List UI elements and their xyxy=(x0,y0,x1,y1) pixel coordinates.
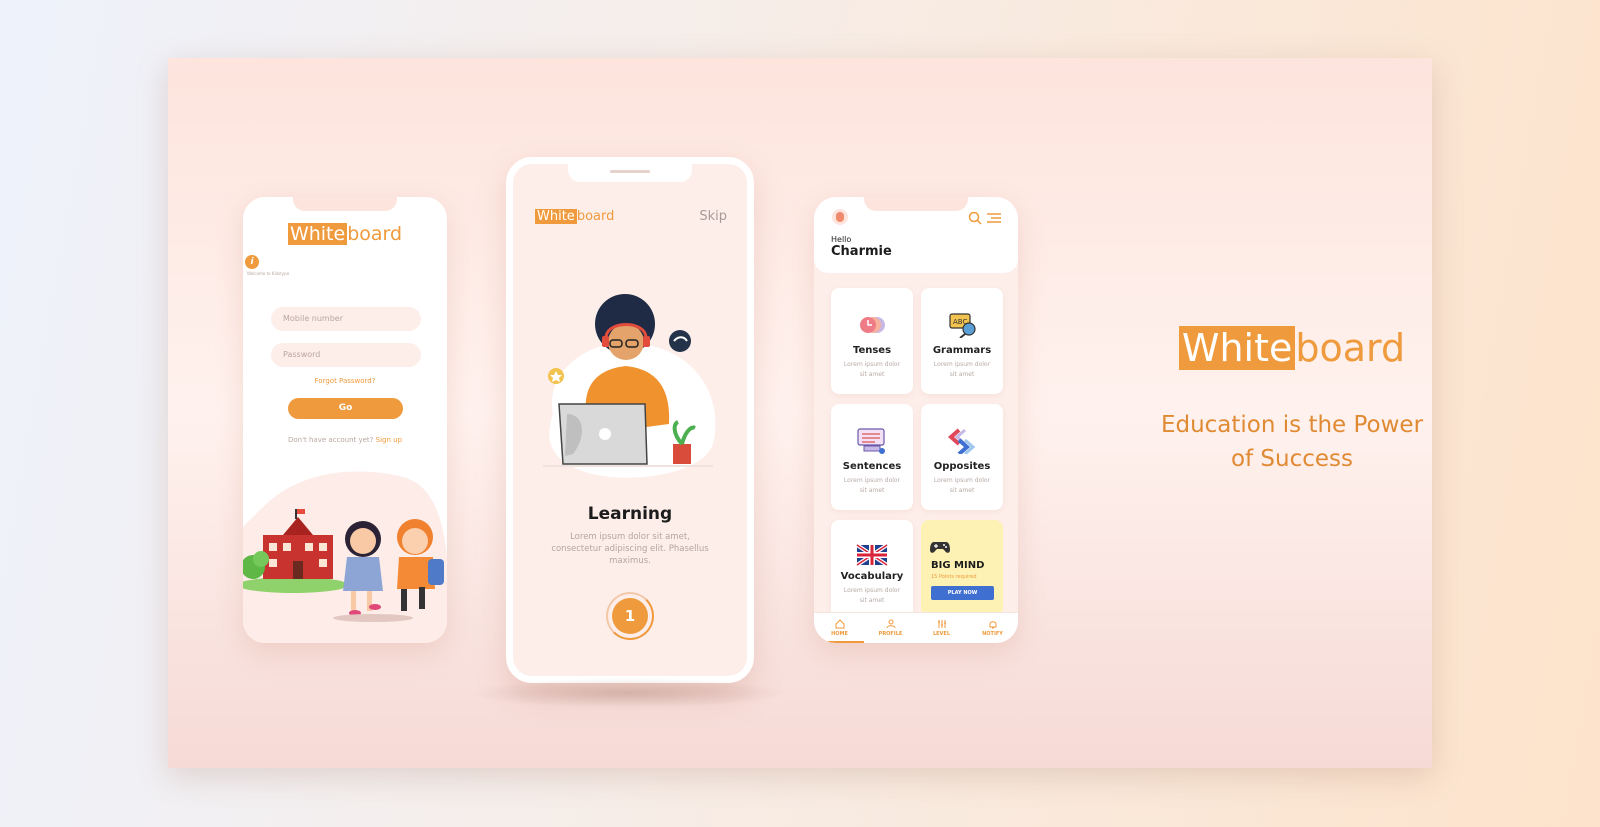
big-mind-title: BIG MIND xyxy=(931,560,985,571)
vocabulary-card[interactable]: Vocabulary Lorem ipsum dolor sit amet xyxy=(831,520,913,626)
skip-button[interactable]: Skip xyxy=(699,209,727,224)
mobile-number-input[interactable]: Mobile number xyxy=(271,307,421,331)
avatar[interactable] xyxy=(832,209,848,225)
nav-notify[interactable]: NOTIFY xyxy=(967,619,1018,637)
bottom-navigation: HOME PROFILE LEVEL NOTIFY xyxy=(814,612,1018,643)
forgot-password-link[interactable]: Forgot Password? xyxy=(243,377,447,385)
hero-tagline: Education is the Power of Success xyxy=(1160,412,1424,472)
gamepad-icon xyxy=(930,542,950,553)
search-icon[interactable] xyxy=(968,211,982,225)
onboarding-screen: White board Skip Learning Lorem ipsum dol… xyxy=(506,157,754,683)
next-step-button[interactable]: 1 xyxy=(612,598,648,634)
onboarding-body: Lorem ipsum dolor sit amet, consectetur … xyxy=(551,532,709,566)
big-mind-sub: 15 Points required xyxy=(931,574,977,580)
tenses-card[interactable]: Tenses Lorem ipsum dolor sit amet xyxy=(831,288,913,394)
nav-profile[interactable]: PROFILE xyxy=(865,619,916,637)
bell-icon xyxy=(989,621,996,629)
signup-link[interactable]: Sign up xyxy=(376,436,402,444)
learning-illustration xyxy=(543,294,716,478)
sentences-card[interactable]: Sentences Lorem ipsum dolor sit amet xyxy=(831,404,913,510)
grammars-icon: ABC xyxy=(949,313,976,338)
onboarding-title: Learning xyxy=(587,504,673,524)
kids-school-illustration xyxy=(243,471,447,643)
grammars-card[interactable]: ABC Grammars Lorem ipsum dolor sit amet xyxy=(921,288,1003,394)
onboarding-logo: White board xyxy=(535,209,615,224)
go-button[interactable]: Go xyxy=(288,398,403,419)
password-input[interactable]: Password xyxy=(271,343,421,367)
opposites-icon xyxy=(947,428,976,454)
tenses-icon xyxy=(860,317,885,333)
nav-home[interactable]: HOME xyxy=(814,619,865,637)
presentation-slide: White board i Welcome to Kidstype Mobile … xyxy=(168,58,1432,768)
home-icon xyxy=(835,619,844,629)
login-screen: White board i Welcome to Kidstype Mobile … xyxy=(243,197,447,643)
uk-flag-icon xyxy=(855,543,889,567)
greeting: Hello xyxy=(831,235,852,244)
play-now-button[interactable]: PLAY NOW xyxy=(931,586,994,600)
info-icon[interactable]: i xyxy=(245,255,259,269)
level-icon xyxy=(937,620,946,628)
nav-level[interactable]: LEVEL xyxy=(916,619,967,637)
home-screen: Hello Charmie Tenses Lorem ipsum dolor s… xyxy=(814,197,1018,643)
login-logo: White board xyxy=(287,223,403,245)
active-nav-indicator xyxy=(828,641,864,643)
big-mind-card[interactable]: BIG MIND 15 Points required PLAY NOW xyxy=(921,520,1003,616)
info-text: Welcome to Kidstype xyxy=(247,271,290,276)
phone-shadow xyxy=(468,678,788,708)
menu-icon[interactable] xyxy=(986,211,1002,225)
user-name: Charmie xyxy=(831,244,892,259)
signup-row: Don't have account yet? Sign up xyxy=(287,436,403,444)
hero-logo: Whiteboard xyxy=(1010,326,1574,370)
sentences-icon xyxy=(857,428,885,454)
profile-icon xyxy=(886,619,895,629)
opposites-card[interactable]: Opposites Lorem ipsum dolor sit amet xyxy=(921,404,1003,510)
